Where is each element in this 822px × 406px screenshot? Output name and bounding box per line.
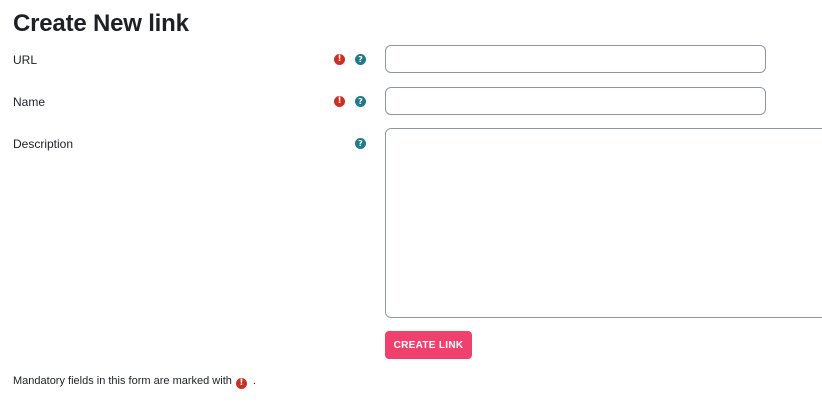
required-icon: ! — [334, 96, 345, 107]
create-link-button[interactable]: CREATE LINK — [385, 331, 472, 359]
mandatory-note-text: Mandatory fields in this form are marked… — [13, 375, 232, 387]
description-label: Description — [13, 137, 74, 151]
description-help-icon[interactable]: ? — [355, 138, 366, 149]
name-label: Name — [13, 95, 46, 109]
url-label: URL — [13, 53, 38, 67]
name-help-icon[interactable]: ? — [355, 96, 366, 107]
url-input[interactable] — [385, 45, 766, 73]
name-input[interactable] — [385, 87, 766, 115]
required-icon: ! — [334, 54, 345, 65]
description-textarea[interactable] — [385, 128, 822, 318]
mandatory-note-period: . — [252, 375, 256, 387]
url-help-icon[interactable]: ? — [355, 54, 366, 65]
mandatory-fields-note: Mandatory fields in this form are marked… — [13, 374, 256, 389]
required-icon: ! — [235, 378, 247, 389]
page-title: Create New link — [13, 10, 189, 37]
